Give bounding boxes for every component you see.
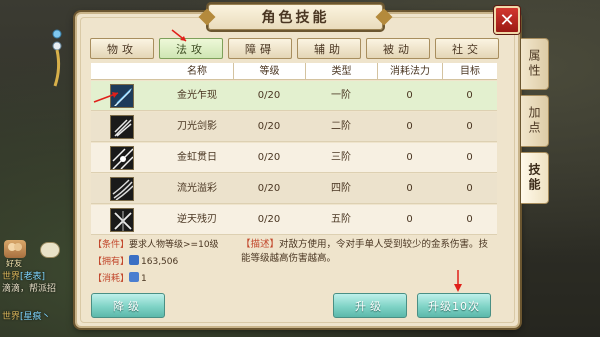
skill-target: 0 [466, 214, 473, 225]
owned-line: 【拥有】 163,506 [93, 255, 178, 269]
side-tab-points[interactable]: 加点 [521, 95, 549, 147]
skill-table: 名称 等级 类型 消耗法力 目标 金光乍现 0/20 一阶 0 0 刀光剑影 0… [91, 63, 497, 235]
skill-target: 0 [466, 183, 473, 194]
chat-badge: 好友 [6, 259, 22, 268]
skill-level: 0/20 [257, 152, 281, 163]
table-row[interactable]: 流光溢彩 0/20 四阶 0 0 [91, 174, 497, 204]
flowing-light-skill-icon [110, 177, 134, 201]
skill-type: 三阶 [331, 152, 351, 163]
skill-mana: 0 [406, 214, 413, 225]
side-tab-attributes[interactable]: 属性 [521, 38, 549, 90]
description-text: 对敌方使用，令对手单人受到较少的金系伤害。技能等级越高伤害越高。 [241, 239, 489, 264]
cost-value: 1 [141, 274, 147, 284]
golden-rainbow-skill-icon [110, 146, 134, 170]
skill-level: 0/20 [257, 183, 281, 194]
owned-label: 【拥有】 [93, 257, 130, 267]
description: 【描述】对敌方使用，令对手单人受到较少的金系伤害。技能等级越高伤害越高。 [241, 238, 496, 266]
skill-mana: 0 [406, 90, 413, 101]
condition-label: 【条件】 [93, 240, 130, 250]
skill-mana: 0 [406, 183, 413, 194]
column-header-level: 等级 [233, 63, 305, 80]
skill-type: 一阶 [331, 90, 351, 101]
chat-bubble-icon[interactable] [40, 242, 60, 258]
tab-magic-attack[interactable]: 法攻 [159, 38, 223, 59]
cost-label: 【消耗】 [93, 274, 130, 284]
skill-level: 0/20 [257, 90, 281, 101]
tab-obstacle[interactable]: 障碍 [228, 38, 292, 59]
condition-text: 要求人物等级>=10级 [129, 240, 219, 250]
skill-name: 逆天残刃 [177, 214, 217, 225]
skill-points-icon [129, 255, 140, 265]
column-header-name: 名称 [187, 66, 207, 77]
skill-type: 二阶 [331, 121, 351, 132]
skill-target: 0 [466, 152, 473, 163]
skill-mana: 0 [406, 121, 413, 132]
tab-physical-attack[interactable]: 物攻 [90, 38, 154, 59]
golden-light-skill-icon [110, 84, 134, 108]
friends-icon[interactable] [4, 240, 26, 258]
upgrade-button[interactable]: 升级 [333, 293, 407, 318]
upgrade-ten-times-button[interactable]: 升级10次 [417, 293, 491, 318]
table-row[interactable]: 金虹贯日 0/20 三阶 0 0 [91, 143, 497, 173]
tab-social[interactable]: 社交 [435, 38, 499, 59]
table-header: 名称 等级 类型 消耗法力 目标 [91, 63, 497, 80]
side-tab-skills[interactable]: 技能 [521, 152, 549, 204]
chat-line: 世界[星痕丶 [2, 312, 51, 322]
tab-passive[interactable]: 被动 [366, 38, 430, 59]
skill-info: 【条件】要求人物等级>=10级 【拥有】 163,506 【消耗】 1 【描述】对敌… [91, 238, 501, 288]
skill-mana: 0 [406, 152, 413, 163]
skill-name: 金虹贯日 [177, 152, 217, 163]
cost-line: 【消耗】 1 [93, 272, 147, 286]
downgrade-button[interactable]: 降级 [91, 293, 165, 318]
close-icon: ✕ [499, 9, 515, 31]
column-header-mana: 消耗法力 [377, 63, 442, 80]
blade-light-skill-icon [110, 115, 134, 139]
skill-name: 刀光剑影 [177, 121, 217, 132]
skill-type: 五阶 [331, 214, 351, 225]
tab-support[interactable]: 辅助 [297, 38, 361, 59]
skill-name: 流光溢彩 [177, 183, 217, 194]
chat-line: 世界[老表] [2, 272, 46, 282]
table-row[interactable]: 逆天残刃 0/20 五阶 0 0 [91, 205, 497, 235]
skill-level: 0/20 [257, 214, 281, 225]
table-row[interactable]: 金光乍现 0/20 一阶 0 0 [91, 81, 497, 111]
ornament-tassel-icon [50, 28, 64, 88]
broken-blade-skill-icon [110, 208, 134, 232]
close-button[interactable]: ✕ [494, 6, 520, 34]
skill-name: 金光乍现 [177, 90, 217, 101]
window-title: 角色技能 [208, 4, 383, 30]
skill-target: 0 [466, 90, 473, 101]
owned-value: 163,506 [141, 257, 179, 267]
skill-category-tabs: 物攻 法攻 障碍 辅助 被动 社交 [90, 38, 499, 60]
column-header-target: 目标 [442, 63, 497, 80]
condition-line: 【条件】要求人物等级>=10级 [93, 238, 219, 252]
table-row[interactable]: 刀光剑影 0/20 二阶 0 0 [91, 112, 497, 142]
column-header-type: 类型 [305, 63, 377, 80]
chat-line: 滴滴，帮派招 [2, 284, 57, 294]
skill-type: 四阶 [331, 183, 351, 194]
skill-book-icon [129, 272, 140, 282]
skill-target: 0 [466, 121, 473, 132]
skill-level: 0/20 [257, 121, 281, 132]
description-label: 【描述】 [241, 239, 280, 250]
